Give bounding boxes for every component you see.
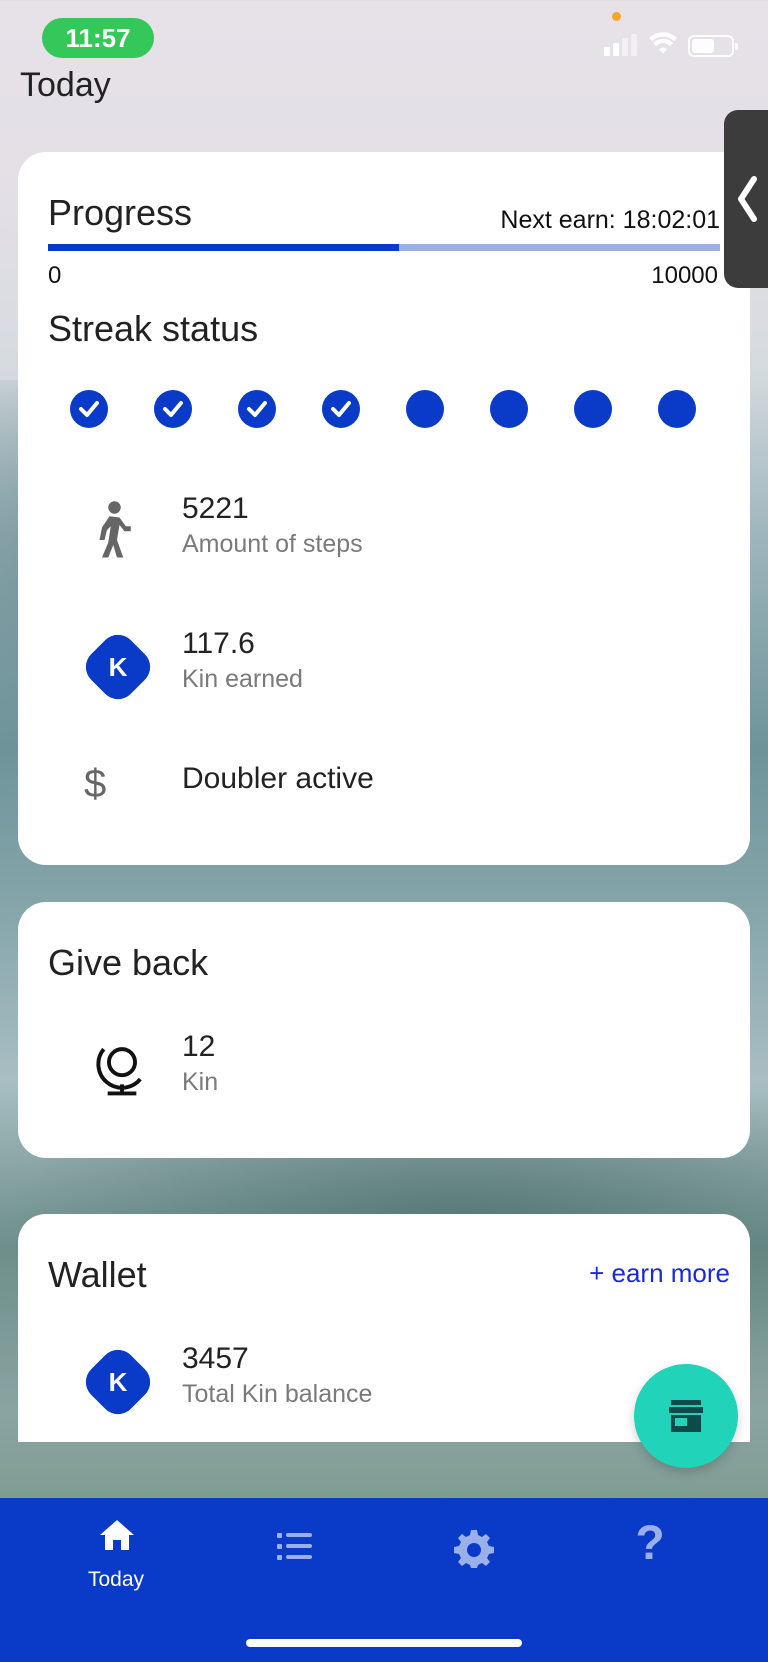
kin-earned-value: 117.6 <box>182 627 255 660</box>
giveback-heading: Give back <box>48 942 209 983</box>
store-icon <box>669 1400 703 1432</box>
check-icon <box>331 401 351 417</box>
nav-item-help[interactable]: ? <box>590 1518 710 1598</box>
signal-icon <box>604 34 640 56</box>
giveback-value: 12 <box>182 1030 216 1063</box>
kin-earned-label: Kin earned <box>182 665 303 693</box>
earn-more-link[interactable]: + earn more <box>589 1258 730 1289</box>
progress-min: 0 <box>48 262 62 289</box>
store-button[interactable] <box>634 1364 738 1468</box>
streak-day-pending <box>658 390 696 428</box>
nav-item-list[interactable] <box>234 1518 354 1598</box>
wallet-heading: Wallet <box>48 1254 147 1295</box>
giveback-card: Give back 12 Kin <box>18 902 750 1158</box>
streak-day-pending <box>490 390 528 428</box>
side-drawer-handle[interactable] <box>724 110 768 288</box>
check-icon <box>79 401 99 417</box>
list-icon <box>277 1533 312 1560</box>
progress-bar-fill <box>48 244 399 251</box>
home-icon <box>100 1520 134 1550</box>
check-icon <box>247 401 267 417</box>
streak-heading: Streak status <box>48 308 259 349</box>
globe-icon <box>96 1047 142 1096</box>
home-indicator <box>246 1639 522 1647</box>
gear-icon <box>454 1530 494 1568</box>
giveback-label: Kin <box>182 1068 219 1096</box>
doubler-label: Doubler active <box>182 762 374 795</box>
streak-day-pending <box>406 390 444 428</box>
status-time: 11:57 <box>42 18 154 58</box>
battery-icon <box>688 35 738 57</box>
privacy-indicator <box>612 12 621 21</box>
next-earn-timer: Next earn: 18:02:01 <box>500 206 720 234</box>
progress-card: Progress Next earn: 18:02:01 0 10000 Str… <box>18 152 750 865</box>
nav-label-today: Today <box>87 1568 145 1591</box>
steps-label: Amount of steps <box>182 530 363 558</box>
help-icon: ? <box>635 1517 665 1570</box>
progress-bar <box>48 244 720 251</box>
streak-day-pending <box>574 390 612 428</box>
streak-day-complete <box>70 390 108 428</box>
progress-heading: Progress <box>48 192 193 233</box>
steps-value: 5221 <box>182 492 249 525</box>
nav-item-settings[interactable] <box>412 1518 532 1598</box>
wifi-icon <box>649 32 677 54</box>
walk-icon <box>99 501 131 558</box>
wallet-balance-value: 3457 <box>182 1342 249 1375</box>
wallet-balance-label: Total Kin balance <box>182 1380 373 1408</box>
streak-day-complete <box>322 390 360 428</box>
dollar-icon: $ <box>84 762 107 806</box>
bottom-nav: Today ? <box>0 1498 768 1662</box>
check-icon <box>163 401 183 417</box>
page-title: Today <box>20 66 111 104</box>
streak-dots <box>70 390 714 428</box>
kin-icon: K <box>78 1342 158 1422</box>
kin-icon: K <box>78 627 158 707</box>
nav-item-today[interactable]: Today <box>56 1518 176 1598</box>
streak-day-complete <box>154 390 192 428</box>
progress-max: 10000 <box>651 262 718 289</box>
streak-day-complete <box>238 390 276 428</box>
chevron-left-icon <box>738 176 757 222</box>
